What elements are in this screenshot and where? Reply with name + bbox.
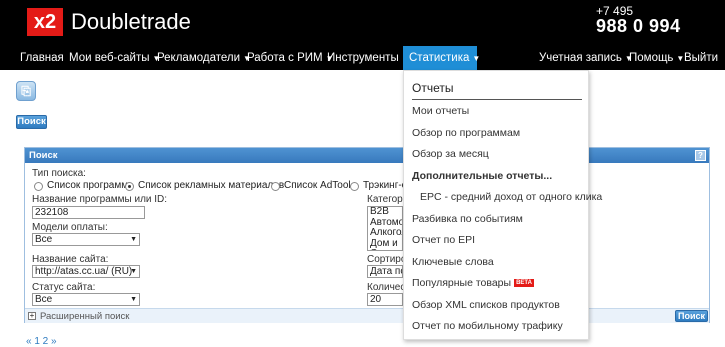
radio-adtool[interactable] [271, 182, 280, 191]
search-panel-header: Поиск ? [25, 148, 709, 163]
radio-ad-materials-label[interactable]: Список рекламных материалов [138, 180, 284, 191]
search-type-label: Тип поиска: [32, 168, 86, 179]
site-name-select[interactable]: http://atas.cc.ua/ (RU) ▼ [32, 265, 140, 278]
site-name-label: Название сайта: [32, 254, 109, 265]
top-bar: x2 Doubletrade +7 495 988 0 994 Главная … [0, 0, 725, 70]
dropdown-heading: Отчеты [412, 81, 454, 95]
program-input[interactable]: 232108 [32, 206, 145, 219]
menu-item-additional-reports[interactable]: Дополнительные отчеты... [412, 170, 552, 182]
payment-model-select[interactable]: Все ▼ [32, 233, 140, 246]
beta-badge: BETA [514, 279, 534, 288]
main-nav: Главная Мои веб-сайты ▼ Рекламодатели ▼ Ра… [0, 46, 725, 70]
radio-ad-materials[interactable] [125, 182, 134, 191]
menu-item-mobile-traffic[interactable]: Отчет по мобильному трафику [412, 320, 563, 332]
radio-tracking-label[interactable]: Трэкинг-с [363, 180, 407, 191]
nav-item-help[interactable]: Помощь ▼ [629, 46, 684, 70]
chevron-down-icon: ▼ [130, 268, 137, 275]
menu-item-keywords[interactable]: Ключевые слова [412, 256, 494, 268]
menu-item-events-breakdown[interactable]: Разбивка по событиям [412, 213, 523, 225]
nav-item-my-sites[interactable]: Мои веб-сайты ▼ [69, 46, 160, 70]
search-panel-footer: + Расширенный поиск Поиск [25, 308, 709, 323]
advanced-search-link[interactable]: Расширенный поиск [40, 311, 129, 322]
menu-item-xml-products[interactable]: Обзор XML списков продуктов [412, 299, 560, 311]
list-item[interactable]: Алкоголі [370, 227, 402, 239]
menu-item-popular-products[interactable]: Популярные товары BETA [412, 277, 534, 289]
help-icon[interactable]: ? [695, 150, 706, 161]
nav-item-logout[interactable]: Выйти [684, 46, 718, 70]
category-listbox[interactable]: B2B Автомоб Алкоголі Дом и С [367, 206, 403, 251]
statistics-dropdown-menu: Отчеты Мои отчеты Обзор по программам Об… [403, 70, 602, 340]
nav-item-account[interactable]: Учетная запись ▼ [539, 46, 633, 70]
logo-mark[interactable]: x2 [27, 8, 63, 36]
nav-item-advertisers[interactable]: Рекламодатели ▼ [157, 46, 251, 70]
nav-item-home[interactable]: Главная [20, 46, 64, 70]
sort-select[interactable]: Дата по [367, 265, 403, 278]
site-status-select[interactable]: Все ▼ [32, 293, 140, 306]
plus-icon[interactable]: + [28, 312, 36, 320]
divider [412, 99, 582, 100]
list-item[interactable]: B2B [370, 207, 402, 218]
site-status-label: Статус сайта: [32, 282, 96, 293]
menu-item-my-reports[interactable]: Мои отчеты [412, 105, 469, 117]
nav-item-statistics[interactable]: Статистика ▼ [403, 46, 481, 70]
chevron-down-icon: ▼ [130, 296, 137, 303]
menu-item-program-overview[interactable]: Обзор по программам [412, 127, 520, 139]
program-label: Название программы или ID: [32, 194, 168, 205]
radio-tracking[interactable] [350, 182, 359, 191]
menu-item-epi-report[interactable]: Отчет по EPI [412, 234, 475, 246]
nav-item-tools[interactable]: Инструменты▼ [327, 46, 410, 70]
list-item[interactable]: Дом и С [370, 238, 402, 250]
radio-program-list[interactable] [34, 182, 43, 191]
radio-program-list-label[interactable]: Список программ [47, 180, 128, 191]
chevron-down-icon: ▼ [130, 236, 137, 243]
search-submit-button[interactable]: Поиск [675, 310, 708, 322]
toolbar-app-icon[interactable]: ⎘ [16, 81, 36, 101]
chevron-down-icon: ▼ [472, 54, 481, 63]
search-panel: Поиск ? Тип поиска: Список программ Спис… [24, 147, 710, 323]
menu-item-monthly-overview[interactable]: Обзор за месяц [412, 148, 489, 160]
brand-name[interactable]: Doubletrade [71, 8, 191, 36]
search-toggle-button[interactable]: Поиск [16, 115, 47, 129]
search-panel-title: Поиск [29, 150, 58, 161]
nav-item-rim[interactable]: Работа с РИМ ▼ [247, 46, 334, 70]
count-select[interactable]: 20 [367, 293, 403, 306]
pagination[interactable]: « 1 2 » [26, 336, 57, 347]
menu-item-epc[interactable]: EPC - средний доход от одного клика [420, 191, 602, 203]
payment-model-label: Модели оплаты: [32, 222, 108, 233]
radio-adtool-label[interactable]: Список AdTool [284, 180, 351, 191]
phone-number: 988 0 994 [596, 16, 681, 36]
